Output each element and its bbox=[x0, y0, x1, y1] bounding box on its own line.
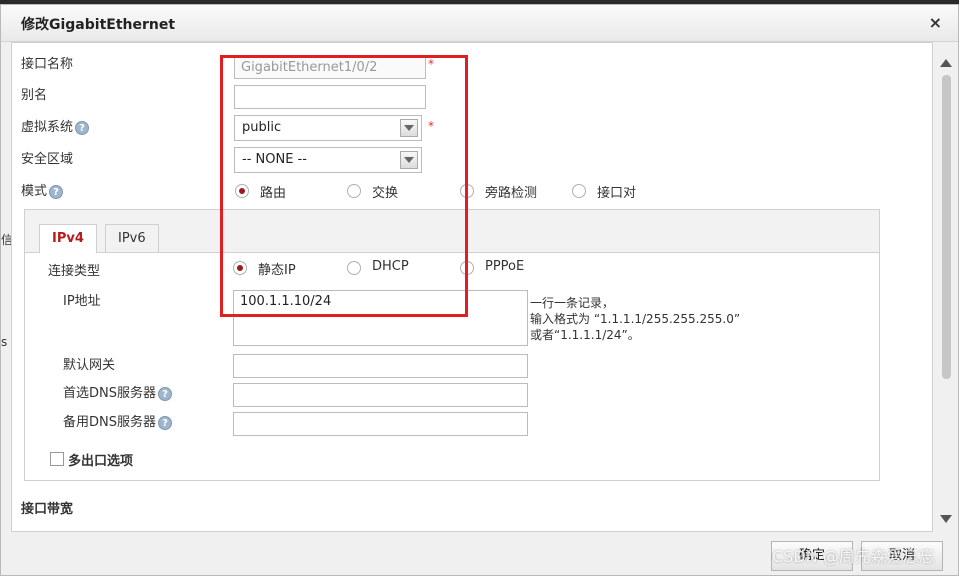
mode-label-text: 模式 bbox=[21, 184, 48, 199]
dialog-content: 接口名称 * 别名 虚拟系统? public * 安全区域 -- NONE --… bbox=[11, 42, 933, 532]
dns1-label: 首选DNS服务器? bbox=[63, 382, 172, 401]
ip-hint-line-1: 一行一条记录， bbox=[530, 296, 615, 310]
mode-radio-interface-pair[interactable] bbox=[572, 184, 586, 198]
dialog-titlebar: 修改GigabitEthernet × bbox=[1, 5, 958, 42]
zone-label: 安全区域 bbox=[21, 152, 74, 167]
mode-label: 模式? bbox=[21, 180, 64, 199]
vsys-label-text: 虚拟系统 bbox=[21, 120, 74, 135]
ip-address-label: IP地址 bbox=[63, 294, 101, 309]
scroll-down-icon[interactable] bbox=[940, 513, 952, 523]
dns2-label: 备用DNS服务器? bbox=[63, 411, 172, 430]
alias-label: 别名 bbox=[21, 88, 48, 103]
help-icon[interactable]: ? bbox=[75, 120, 90, 135]
watermark: CSDN @周先森爱忘忘 bbox=[772, 547, 935, 566]
help-icon[interactable]: ? bbox=[158, 415, 172, 430]
bandwidth-section-title: 接口带宽 bbox=[21, 502, 74, 517]
dialog-title: 修改GigabitEthernet bbox=[21, 17, 176, 33]
dns2-field[interactable] bbox=[233, 412, 528, 436]
left-edge-text-2: s bbox=[1, 335, 8, 349]
conn-option-pppoe: PPPoE bbox=[485, 259, 525, 274]
conn-type-label: 连接类型 bbox=[48, 264, 101, 279]
close-icon[interactable]: × bbox=[929, 13, 942, 32]
gateway-label: 默认网关 bbox=[63, 358, 116, 373]
dns1-label-text: 首选DNS服务器 bbox=[63, 386, 156, 401]
vsys-label: 虚拟系统? bbox=[21, 116, 90, 135]
scrollbar[interactable] bbox=[936, 49, 956, 529]
multi-exit-checkbox[interactable] bbox=[50, 452, 64, 466]
annotation-highlight-box bbox=[220, 55, 468, 317]
interface-name-label: 接口名称 bbox=[21, 57, 74, 72]
tab-ipv4[interactable]: IPv4 bbox=[39, 224, 97, 253]
edit-interface-dialog: 修改GigabitEthernet × 信 s 接口名称 * 别名 虚拟系统? … bbox=[0, 4, 959, 576]
help-icon[interactable]: ? bbox=[158, 386, 172, 401]
ip-hint-line-2: 输入格式为 “1.1.1.1/255.255.255.0” bbox=[530, 312, 741, 326]
mode-option-bypass: 旁路检测 bbox=[485, 186, 538, 201]
scroll-up-icon[interactable] bbox=[940, 57, 952, 67]
scroll-thumb[interactable] bbox=[942, 75, 951, 379]
multi-exit-label: 多出口选项 bbox=[68, 454, 134, 469]
mode-option-interface-pair: 接口对 bbox=[597, 186, 637, 201]
dns2-label-text: 备用DNS服务器 bbox=[63, 415, 156, 430]
ip-hint-line-3: 或者“1.1.1.1/24”。 bbox=[530, 328, 640, 342]
gateway-field[interactable] bbox=[233, 354, 528, 378]
help-icon[interactable]: ? bbox=[49, 184, 64, 199]
tab-ipv6[interactable]: IPv6 bbox=[105, 224, 159, 252]
dns1-field[interactable] bbox=[233, 383, 528, 407]
